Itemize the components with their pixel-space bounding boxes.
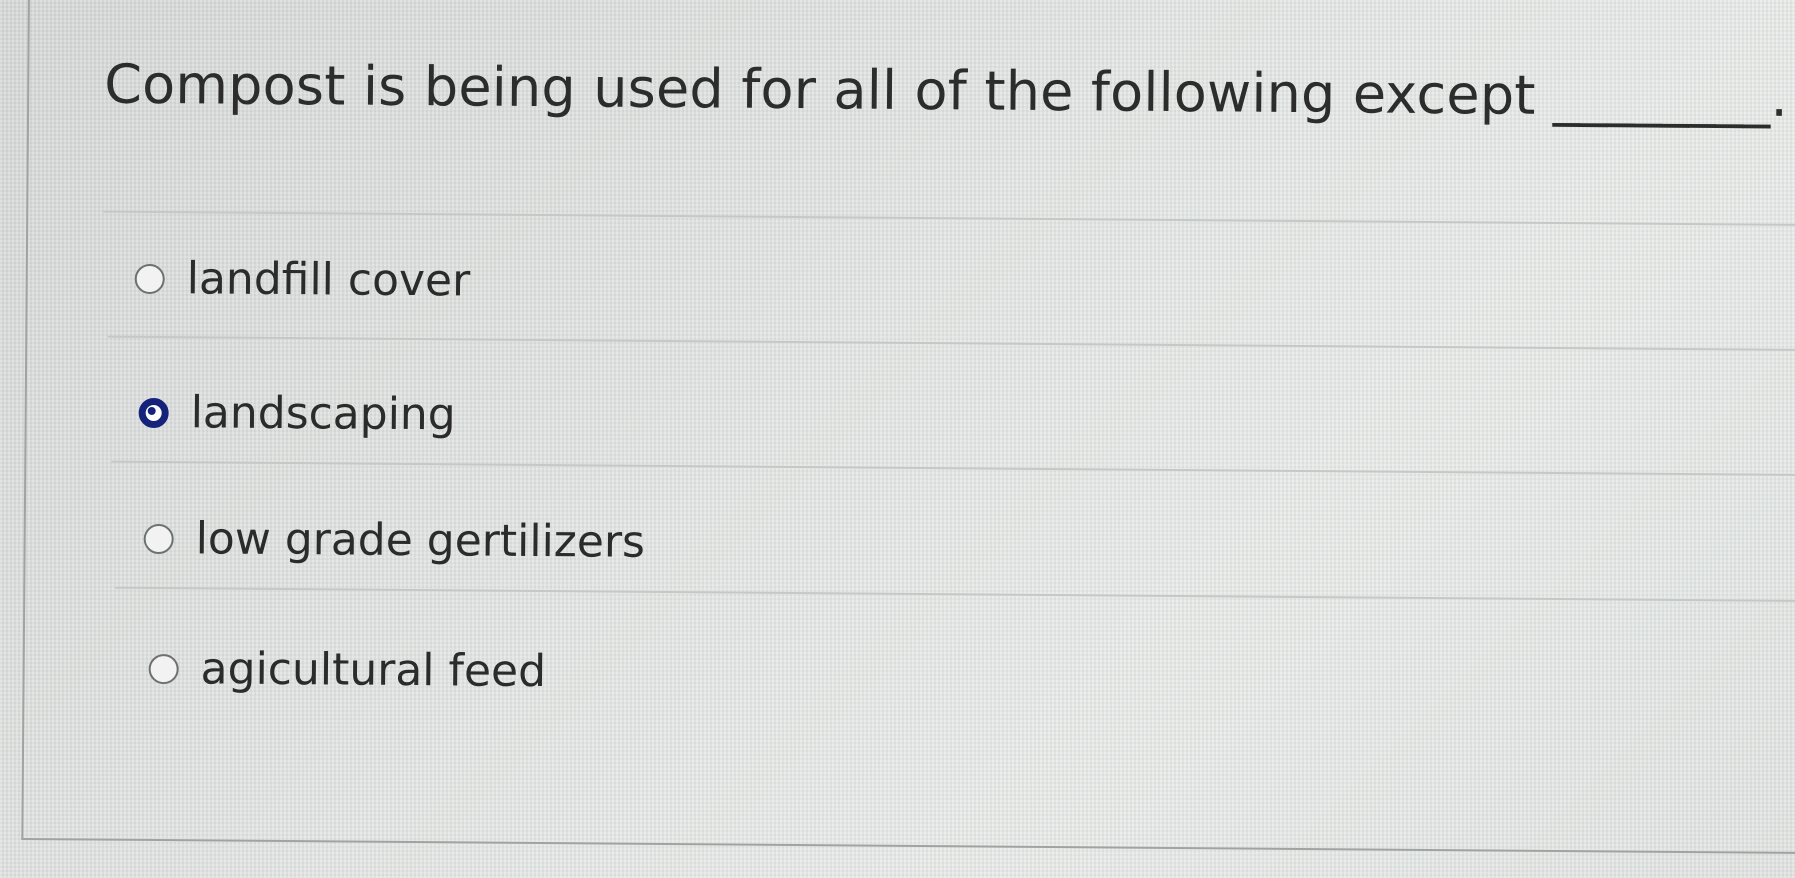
option-label: landscaping	[190, 387, 456, 441]
option-label: low grade gertilizers	[195, 513, 646, 568]
option-label: agicultural feed	[200, 643, 547, 698]
divider	[107, 335, 1795, 352]
divider	[111, 460, 1795, 477]
radio-button-selected[interactable]	[138, 397, 169, 428]
radio-button[interactable]	[148, 653, 179, 684]
radio-button[interactable]	[134, 263, 165, 294]
screen: Compost is being used for all of the fol…	[0, 0, 1795, 878]
option-low-grade-gertilizers[interactable]: low grade gertilizers	[143, 513, 645, 568]
option-agicultural-feed[interactable]: agicultural feed	[148, 643, 546, 697]
option-landscaping[interactable]: landscaping	[138, 387, 456, 441]
option-landfill-cover[interactable]: landfill cover	[134, 253, 471, 307]
divider	[115, 586, 1795, 603]
question-text: Compost is being used for all of the fol…	[104, 52, 1789, 129]
question-card: Compost is being used for all of the fol…	[21, 0, 1795, 855]
option-label: landfill cover	[186, 253, 471, 307]
divider	[103, 210, 1795, 227]
radio-button[interactable]	[143, 523, 174, 554]
